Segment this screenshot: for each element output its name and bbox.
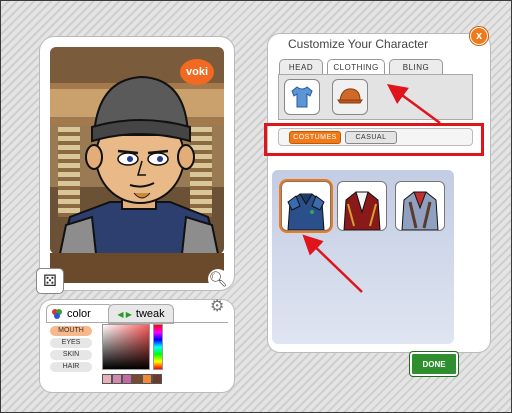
- tab-bling[interactable]: BLING: [389, 59, 443, 75]
- shirt-glyph: [291, 86, 313, 108]
- outfit-item-denim-vest[interactable]: [395, 181, 445, 231]
- hue-slider[interactable]: [153, 324, 163, 370]
- color-swatch[interactable]: [102, 374, 112, 384]
- color-swatch[interactable]: [122, 374, 132, 384]
- voki-logo: voki: [180, 59, 214, 85]
- magnifier-icon[interactable]: 🔍︎: [208, 269, 228, 289]
- color-panel: color ◀ ▶ tweak MOUTH EYES SKIN HAIR: [40, 300, 234, 392]
- palette-icon: [52, 309, 62, 319]
- costumes-button[interactable]: COSTUMES: [289, 131, 341, 144]
- settings-icon[interactable]: ⚙: [210, 296, 224, 316]
- tab-tweak[interactable]: ◀ ▶ tweak: [108, 304, 174, 324]
- color-swatch[interactable]: [132, 374, 142, 384]
- part-eyes-button[interactable]: EYES: [50, 338, 92, 348]
- panel-title: Customize Your Character: [288, 37, 429, 51]
- red-coat-thumbnail: [343, 191, 381, 230]
- shirt-icon[interactable]: [284, 79, 320, 115]
- cap-icon[interactable]: [332, 79, 368, 115]
- part-hair-button[interactable]: HAIR: [50, 362, 92, 372]
- casual-button[interactable]: CASUAL: [345, 131, 397, 144]
- arrows-icon: ◀ ▶: [117, 309, 132, 319]
- outfit-item-red-coat[interactable]: [337, 181, 387, 231]
- part-skin-button[interactable]: SKIN: [50, 350, 92, 360]
- tab-color[interactable]: color: [46, 304, 114, 323]
- cap-glyph: [337, 88, 363, 104]
- preview-base: [50, 253, 224, 283]
- outfit-item-blue-uniform[interactable]: [281, 181, 331, 231]
- denim-vest-thumbnail: [401, 191, 439, 230]
- dice-icon[interactable]: ⚄: [36, 268, 64, 294]
- color-swatch[interactable]: [152, 374, 162, 384]
- blue-uniform-thumbnail: [287, 193, 325, 230]
- done-button[interactable]: DONE: [410, 352, 458, 376]
- tab-color-label: color: [67, 308, 91, 320]
- tab-tweak-label: tweak: [135, 308, 165, 320]
- color-picker-field[interactable]: [102, 324, 150, 370]
- tab-clothing[interactable]: CLOTHING: [327, 59, 385, 75]
- character-card: voki ⚄ 🔍︎: [36, 37, 234, 294]
- color-swatch[interactable]: [142, 374, 152, 384]
- part-mouth-button[interactable]: MOUTH: [50, 326, 92, 336]
- character-preview: voki: [50, 47, 224, 254]
- tab-head[interactable]: HEAD: [279, 59, 323, 75]
- color-swatch[interactable]: [112, 374, 122, 384]
- close-button[interactable]: x: [470, 27, 488, 45]
